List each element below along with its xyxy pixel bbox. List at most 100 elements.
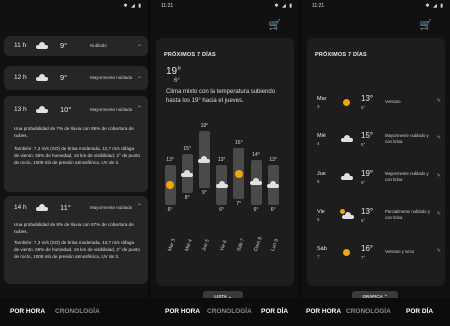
day-axis-label: Jue 5 xyxy=(201,238,212,253)
status-time: 11:21 xyxy=(312,3,325,9)
tab-por-dia[interactable]: POR DÍA xyxy=(261,308,288,315)
chevron-up-icon[interactable]: ⌃ xyxy=(137,203,142,210)
shopping-cart-icon[interactable]: 🛒 xyxy=(420,20,432,31)
edit-icon[interactable]: ✎ xyxy=(437,173,441,179)
card-title: PRÓXIMOS 7 DÍAS xyxy=(315,52,367,58)
edit-icon[interactable]: ✎ xyxy=(437,98,441,104)
day-low: 7° xyxy=(361,255,366,260)
day-high: 19° xyxy=(361,169,374,178)
status-bar: 11:21 ✱ ◢ ▮ xyxy=(302,0,450,12)
day-axis-label: Vie 6 xyxy=(218,239,229,253)
bottom-nav: POR HORA CRONOLOGÍA POR DÍA xyxy=(302,298,450,326)
day-high: 13° xyxy=(361,94,374,103)
hour-temp: 9° xyxy=(60,73,68,82)
bar-low-label: 6° xyxy=(167,206,173,213)
tab-cronologia[interactable]: CRONOLOGÍA xyxy=(207,308,252,315)
day-low: 6° xyxy=(361,105,366,110)
chevron-up-icon[interactable]: ⌃ xyxy=(137,105,142,112)
day-desc: Ventoso xyxy=(385,99,401,104)
day-name: Sáb xyxy=(317,246,327,252)
cloud-icon xyxy=(198,155,211,163)
conditions-detail-text: También: 7,3 m/s (SO) de brisa moderada,… xyxy=(14,146,140,165)
tab-cronologia[interactable]: CRONOLOGÍA xyxy=(346,308,391,315)
bar-low-label: 6° xyxy=(219,206,224,213)
day-desc: Ventoso y seco xyxy=(385,249,415,254)
cloud-icon xyxy=(341,135,353,142)
day-axis-label: Dom 8 xyxy=(253,236,264,253)
bar-low-label: 6° xyxy=(270,206,276,213)
edit-icon[interactable]: ✎ xyxy=(437,211,441,217)
sun-icon xyxy=(234,169,243,178)
hour-desc: Mayormente nublado xyxy=(90,75,133,80)
shopping-cart-icon[interactable]: 🛒 xyxy=(269,20,281,31)
hour-desc: Mayormente nublado xyxy=(90,205,133,210)
bar-high-label: 19° xyxy=(200,123,209,130)
hour-temp: 10° xyxy=(60,105,72,114)
status-icons: ✱ ◢ ▮ xyxy=(123,3,142,9)
day-axis-label: Sáb 7 xyxy=(235,237,246,253)
hour-row-13-expanded[interactable]: 13 h 10° Mayormente nublado ⌃ Una probab… xyxy=(4,96,148,192)
day-desc: Mayormente nublado y con brisa xyxy=(385,171,429,182)
forecast-list-card: PRÓXIMOS 7 DÍAS Mar 3 13° 6° Ventoso ✎ M… xyxy=(307,38,445,286)
tab-por-hora[interactable]: POR HORA xyxy=(306,308,341,315)
forecast-card: PRÓXIMOS 7 DÍAS 19° 6° Clima mixto con l… xyxy=(156,38,294,286)
day-desc: Mayormente nublado y con brisa xyxy=(385,133,429,144)
day-high: 13° xyxy=(361,207,374,216)
bar-low-label: 8° xyxy=(184,195,190,202)
sun-icon xyxy=(343,249,350,256)
hour-label: 13 h xyxy=(14,106,27,113)
hour-desc: Nublado xyxy=(90,43,107,48)
day-date: 6 xyxy=(317,217,320,222)
hour-temp: 11° xyxy=(60,203,71,212)
day-date: 3 xyxy=(317,104,320,109)
cloud-icon xyxy=(342,212,354,219)
day-date: 4 xyxy=(317,141,320,146)
day-low: 6° xyxy=(361,218,366,223)
status-bar: ✱ ◢ ▮ xyxy=(0,0,148,12)
day-date: 5 xyxy=(317,179,320,184)
day-name: Jue xyxy=(317,171,326,177)
status-bar: 11:21 ✱ ◢ ▮ xyxy=(151,0,299,12)
daily-list-panel: 11:21 ✱ ◢ ▮ 🛒 PRÓXIMOS 7 DÍAS Mar 3 13° … xyxy=(302,0,450,326)
edit-icon[interactable]: ✎ xyxy=(437,248,441,254)
rain-probability-text: Una probabilidad de 7% de lluvia con 89%… xyxy=(14,126,134,138)
cloud-icon xyxy=(267,180,280,188)
cloud-icon xyxy=(181,169,194,177)
chevron-down-icon[interactable]: ⌄ xyxy=(137,73,142,80)
hour-desc: Mayormente nublado xyxy=(90,107,133,112)
cloud-icon xyxy=(36,42,48,49)
status-icons: ✱ ◢ ▮ xyxy=(425,3,444,9)
bottom-nav: POR HORA CRONOLOGÍA POR DÍA xyxy=(151,298,299,326)
hour-row-12[interactable]: 12 h 9° Mayormente nublado ⌄ xyxy=(4,66,148,90)
bar-high-label: 13° xyxy=(217,157,226,164)
temperature-range-chart: 13° 6° Mar 3 15° 8° Mié 4 19° 9° Jue 5 13° 6° Vie 6… xyxy=(156,38,294,286)
cloud-icon xyxy=(36,204,48,211)
status-time: 11:21 xyxy=(161,3,174,9)
bottom-nav: POR HORA CRONOLOGÍA xyxy=(0,298,148,326)
tab-por-hora[interactable]: POR HORA xyxy=(165,308,200,315)
bar-high-label: 15° xyxy=(183,145,191,152)
hour-row-11[interactable]: 11 h 9° Nublado ⌄ xyxy=(4,36,148,56)
hour-label: 12 h xyxy=(14,74,27,81)
day-axis-label: Mar 3 xyxy=(167,237,178,253)
sun-icon xyxy=(166,180,174,189)
hour-label: 14 h xyxy=(14,204,27,211)
tab-cronologia[interactable]: CRONOLOGÍA xyxy=(55,308,100,315)
cloud-icon xyxy=(36,106,48,113)
day-axis-label: Lun 9 xyxy=(270,238,281,253)
hour-row-14-expanded[interactable]: 14 h 11° Mayormente nublado ⌃ Una probab… xyxy=(4,196,148,284)
tab-por-hora[interactable]: POR HORA xyxy=(10,308,45,315)
day-name: Vie xyxy=(317,209,325,215)
chart-panel: 11:21 ✱ ◢ ▮ 🛒 PRÓXIMOS 7 DÍAS 19° 6° Cli… xyxy=(151,0,299,326)
rain-probability-text: Una probabilidad de 8% de lluvia con 87%… xyxy=(14,222,134,234)
cloud-icon xyxy=(215,180,228,188)
edit-icon[interactable]: ✎ xyxy=(437,135,441,141)
cloud-icon xyxy=(36,74,48,81)
hourly-panel: ✱ ◢ ▮ 11 h 9° Nublado ⌄ 12 h 9° Mayormen… xyxy=(0,0,148,326)
chevron-down-icon[interactable]: ⌄ xyxy=(137,41,142,48)
day-desc: Parcialmente nublado y con brisa xyxy=(385,209,430,220)
day-low: 8° xyxy=(361,142,366,147)
hour-temp: 9° xyxy=(60,41,68,50)
day-date: 7 xyxy=(317,254,320,259)
tab-por-dia[interactable]: POR DÍA xyxy=(406,308,433,315)
